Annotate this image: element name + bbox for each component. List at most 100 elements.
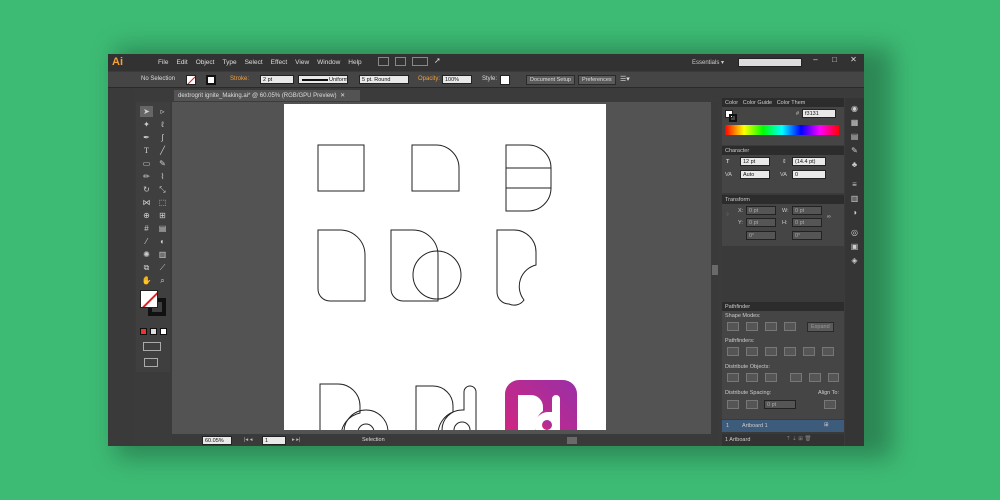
brushes-icon[interactable]: ✎ [849,146,860,155]
artboard-tool-icon[interactable]: ⧉ [140,262,153,273]
color-mode-icon[interactable] [140,328,147,335]
distribute-hcenter-icon[interactable] [809,373,821,382]
minus-front-icon[interactable] [746,322,758,331]
gradient-mode-icon[interactable] [150,328,157,335]
outline-icon[interactable] [803,347,815,356]
align-to-icon[interactable] [824,400,836,409]
fill-swatch[interactable] [186,75,196,85]
shape-builder-tool-icon[interactable]: ⊕ [140,210,153,221]
rectangle-tool-icon[interactable]: ▭ [140,158,153,169]
minimize-button[interactable]: – [806,55,825,64]
hex-field[interactable]: f3131 [802,109,836,118]
color-guide-icon[interactable]: ▦ [849,118,860,127]
close-button[interactable]: ✕ [844,55,863,64]
tab-color-guide[interactable]: Color Guide [743,100,772,106]
stroke-swatch[interactable] [206,75,216,85]
minus-back-icon[interactable] [822,347,834,356]
screen-mode-icon[interactable] [144,358,158,367]
logo-sketch-a[interactable] [319,383,361,446]
lasso-tool-icon[interactable]: ℓ [156,119,169,130]
variable-width-profile[interactable]: Uniform [298,75,348,84]
artboard-actions-icons[interactable]: ⇡ ⇣ ⊞ 🗑 [786,436,811,442]
intersect-icon[interactable] [765,322,777,331]
fill-color-box[interactable] [140,290,158,308]
spacing-field[interactable]: 0 pt [764,400,796,409]
menu-help[interactable]: Help [348,59,361,66]
reference-point-icon[interactable]: ⁘ [725,212,730,218]
transparency-panel-icon[interactable]: ◑ [849,208,860,217]
unite-icon[interactable] [727,322,739,331]
draw-modes-icon[interactable] [143,342,161,351]
selection-tool-icon[interactable]: ➤ [140,106,153,117]
transform-panel-header[interactable]: Transform [722,195,844,204]
cutout-shape[interactable] [496,229,537,306]
blend-tool-icon[interactable]: ◐ [156,236,169,247]
mesh-tool-icon[interactable]: # [140,223,153,234]
stock-icon[interactable] [395,57,406,66]
horizontal-scroll-thumb[interactable] [567,437,577,444]
menu-select[interactable]: Select [245,59,263,66]
crop-icon[interactable] [784,347,796,356]
arrange-menu-icon[interactable]: ☰▾ [620,75,630,83]
hand-tool-icon[interactable]: ✋ [140,275,153,286]
maximize-button[interactable]: □ [825,55,844,64]
divide-icon[interactable] [727,347,739,356]
logo-sketch-2-d-hole[interactable] [453,421,471,439]
magic-wand-tool-icon[interactable]: ✦ [140,119,153,130]
document-tab[interactable]: dextrogrit ignite_Making.ai* @ 60.05% (R… [174,90,360,101]
appearance-panel-icon[interactable]: ◎ [849,228,860,237]
vertical-scrollbar[interactable] [711,102,719,434]
none-mode-icon[interactable] [160,328,167,335]
menu-type[interactable]: Type [222,59,236,66]
help-search-input[interactable] [738,58,802,67]
font-size-field[interactable]: 12 pt [740,157,770,166]
distribute-bottom-icon[interactable] [765,373,777,382]
current-tool-status[interactable]: Selection [362,437,385,443]
swatches-icon[interactable]: ▤ [849,132,860,141]
document-setup-button[interactable]: Document Setup [526,75,575,85]
pathfinder-panel-header[interactable]: Pathfinder [722,302,844,311]
symbol-sprayer-tool-icon[interactable]: ✺ [140,249,153,260]
symbols-icon[interactable]: ♣ [849,160,860,169]
arrange-documents-icon[interactable] [412,57,428,66]
shear-field[interactable]: 0° [792,231,822,240]
artboard-options-icon[interactable]: ⊞ [824,422,829,428]
eyedropper-tool-icon[interactable]: ⁄ [140,236,153,247]
graphic-styles-icon[interactable]: ▣ [849,242,860,251]
bridge-icon[interactable] [378,57,389,66]
horizontal-spacing-icon[interactable] [746,400,758,409]
distribute-left-icon[interactable] [790,373,802,382]
gradient-tool-icon[interactable]: ▤ [156,223,169,234]
rotate-tool-icon[interactable]: ↻ [140,184,153,195]
slice-tool-icon[interactable]: ⟋ [156,262,169,273]
logo-sketch-1-outer-ring[interactable] [343,409,389,446]
trim-icon[interactable] [746,347,758,356]
kerning-field[interactable]: Auto [740,170,770,179]
zoom-tool-icon[interactable]: ⌕ [156,275,169,286]
direct-selection-tool-icon[interactable]: ▹ [156,106,169,117]
width-tool-icon[interactable]: ⋈ [140,197,153,208]
column-graph-tool-icon[interactable]: ▥ [156,249,169,260]
vertical-spacing-icon[interactable] [727,400,739,409]
tall-rounded-shape[interactable] [317,229,366,302]
pen-tool-icon[interactable]: ✒ [140,132,153,143]
y-field[interactable]: 0 pt [746,218,776,227]
zoom-field[interactable]: 60.05% [202,436,232,445]
logo-sketch-1-inner-ring[interactable] [357,423,375,441]
line-segment-tool-icon[interactable]: ╱ [156,145,169,156]
square-shape[interactable] [317,144,365,192]
opacity-label[interactable]: Opacity: [418,76,440,82]
final-logo[interactable] [505,380,577,446]
menu-edit[interactable]: Edit [176,59,187,66]
logo-sketch-2-body[interactable] [415,385,454,446]
color-spectrum[interactable] [725,125,839,135]
pencil-tool-icon[interactable]: ✏ [140,171,153,182]
curvature-tool-icon[interactable]: ∫ [156,132,169,143]
exclude-icon[interactable] [784,322,796,331]
shaper-tool-icon[interactable]: ⌇ [156,171,169,182]
free-transform-tool-icon[interactable]: ⬚ [156,197,169,208]
merge-icon[interactable] [765,347,777,356]
color-panel-icon[interactable]: ◉ [849,104,860,113]
workspace-switcher[interactable]: Essentials ▾ [692,59,724,66]
rounded-corner-shape[interactable] [411,144,460,192]
